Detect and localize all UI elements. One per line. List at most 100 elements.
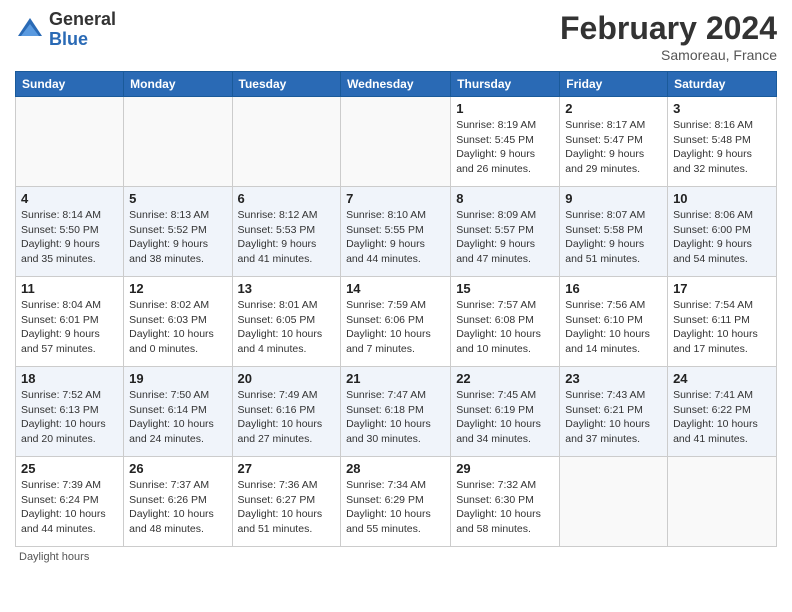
calendar-cell-w2-d2: 5Sunrise: 8:13 AMSunset: 5:52 PMDaylight… <box>124 187 232 277</box>
calendar-cell-w4-d5: 22 Sunrise: 7:45 AMSunset: 6:19 PMDayligh… <box>451 367 560 457</box>
day-number: 13 <box>238 281 336 296</box>
month-year-title: February 2024 <box>560 10 777 47</box>
day-number: 12 <box>129 281 226 296</box>
calendar-cell-w1-d1 <box>16 97 124 187</box>
calendar-cell-w5-d7 <box>668 457 777 547</box>
day-info: Sunrise: 8:09 AMSunset: 5:57 PMDaylight:… <box>456 208 554 267</box>
day-number: 7 <box>346 191 445 206</box>
sunrise-text: Sunrise: 8:06 AM <box>673 208 771 223</box>
logo: General Blue <box>15 10 116 50</box>
sunrise-text: Sunrise: 8:04 AM <box>21 298 118 313</box>
sunrise-text: Sunrise: 7:57 AM <box>456 298 554 313</box>
day-info: Sunrise: 7:43 AMSunset: 6:21 PMDaylight:… <box>565 388 662 447</box>
day-number: 16 <box>565 281 662 296</box>
week-row-4: 18 Sunrise: 7:52 AMSunset: 6:13 PMDayligh… <box>16 367 777 457</box>
calendar-cell-w3-d2: 12 Sunrise: 8:02 AMSunset: 6:03 PMDayligh… <box>124 277 232 367</box>
sunset-text: Sunset: 5:45 PM <box>456 133 554 148</box>
day-info: Sunrise: 7:59 AMSunset: 6:06 PMDaylight:… <box>346 298 445 357</box>
sunset-text: Sunset: 6:10 PM <box>565 313 662 328</box>
calendar-cell-w4-d2: 19Sunrise: 7:50 AMSunset: 6:14 PMDayligh… <box>124 367 232 457</box>
logo-text: General Blue <box>49 10 116 50</box>
sunrise-text: Sunrise: 7:34 AM <box>346 478 445 493</box>
daylight-text: Daylight: 10 hours and 48 minutes. <box>129 507 226 536</box>
day-info: Sunrise: 7:37 AMSunset: 6:26 PMDaylight:… <box>129 478 226 537</box>
sunrise-text: Sunrise: 8:02 AM <box>129 298 226 313</box>
day-number: 17 <box>673 281 771 296</box>
sunrise-text: Sunrise: 7:59 AM <box>346 298 445 313</box>
day-info: Sunrise: 8:12 AMSunset: 5:53 PMDaylight:… <box>238 208 336 267</box>
day-number: 26 <box>129 461 226 476</box>
sunset-text: Sunset: 6:06 PM <box>346 313 445 328</box>
day-info: Sunrise: 8:19 AMSunset: 5:45 PMDaylight:… <box>456 118 554 177</box>
daylight-text: Daylight: 10 hours and 58 minutes. <box>456 507 554 536</box>
sunset-text: Sunset: 6:22 PM <box>673 403 771 418</box>
day-number: 3 <box>673 101 771 116</box>
day-number: 20 <box>238 371 336 386</box>
day-number: 25 <box>21 461 118 476</box>
sunset-text: Sunset: 6:13 PM <box>21 403 118 418</box>
sunrise-text: Sunrise: 8:17 AM <box>565 118 662 133</box>
calendar-cell-w3-d4: 14Sunrise: 7:59 AMSunset: 6:06 PMDayligh… <box>341 277 451 367</box>
daylight-text: Daylight: 9 hours and 51 minutes. <box>565 237 662 266</box>
daylight-text: Daylight: 10 hours and 10 minutes. <box>456 327 554 356</box>
sunrise-text: Sunrise: 8:01 AM <box>238 298 336 313</box>
day-number: 9 <box>565 191 662 206</box>
col-monday: Monday <box>124 72 232 97</box>
day-number: 18 <box>21 371 118 386</box>
day-number: 29 <box>456 461 554 476</box>
calendar-cell-w3-d5: 15Sunrise: 7:57 AMSunset: 6:08 PMDayligh… <box>451 277 560 367</box>
daylight-text: Daylight: 10 hours and 20 minutes. <box>21 417 118 446</box>
day-info: Sunrise: 7:49 AMSunset: 6:16 PMDaylight:… <box>238 388 336 447</box>
sunset-text: Sunset: 6:18 PM <box>346 403 445 418</box>
day-info: Sunrise: 7:45 AMSunset: 6:19 PMDaylight:… <box>456 388 554 447</box>
daylight-text: Daylight: 9 hours and 35 minutes. <box>21 237 118 266</box>
day-info: Sunrise: 8:02 AMSunset: 6:03 PMDaylight:… <box>129 298 226 357</box>
day-info: Sunrise: 7:56 AMSunset: 6:10 PMDaylight:… <box>565 298 662 357</box>
sunrise-text: Sunrise: 8:14 AM <box>21 208 118 223</box>
sunrise-text: Sunrise: 7:32 AM <box>456 478 554 493</box>
calendar-cell-w5-d3: 27Sunrise: 7:36 AMSunset: 6:27 PMDayligh… <box>232 457 341 547</box>
sunset-text: Sunset: 6:26 PM <box>129 493 226 508</box>
sunrise-text: Sunrise: 8:09 AM <box>456 208 554 223</box>
daylight-text: Daylight: 9 hours and 54 minutes. <box>673 237 771 266</box>
location-subtitle: Samoreau, France <box>560 47 777 63</box>
daylight-text: Daylight: 10 hours and 14 minutes. <box>565 327 662 356</box>
day-info: Sunrise: 7:50 AMSunset: 6:14 PMDaylight:… <box>129 388 226 447</box>
sunset-text: Sunset: 5:53 PM <box>238 223 336 238</box>
day-info: Sunrise: 7:57 AMSunset: 6:08 PMDaylight:… <box>456 298 554 357</box>
col-wednesday: Wednesday <box>341 72 451 97</box>
day-info: Sunrise: 7:52 AMSunset: 6:13 PMDaylight:… <box>21 388 118 447</box>
calendar-cell-w5-d6 <box>560 457 668 547</box>
calendar-cell-w4-d6: 23Sunrise: 7:43 AMSunset: 6:21 PMDayligh… <box>560 367 668 457</box>
week-row-2: 4Sunrise: 8:14 AMSunset: 5:50 PMDaylight… <box>16 187 777 277</box>
day-info: Sunrise: 7:47 AMSunset: 6:18 PMDaylight:… <box>346 388 445 447</box>
col-sunday: Sunday <box>16 72 124 97</box>
day-info: Sunrise: 8:17 AMSunset: 5:47 PMDaylight:… <box>565 118 662 177</box>
sunset-text: Sunset: 6:27 PM <box>238 493 336 508</box>
calendar-cell-w4-d3: 20 Sunrise: 7:49 AMSunset: 6:16 PMDayligh… <box>232 367 341 457</box>
day-number: 6 <box>238 191 336 206</box>
sunrise-text: Sunrise: 7:43 AM <box>565 388 662 403</box>
daylight-text: Daylight: 10 hours and 30 minutes. <box>346 417 445 446</box>
sunset-text: Sunset: 6:21 PM <box>565 403 662 418</box>
daylight-text: Daylight: 9 hours and 32 minutes. <box>673 147 771 176</box>
sunrise-text: Sunrise: 7:36 AM <box>238 478 336 493</box>
calendar-cell-w2-d6: 9 Sunrise: 8:07 AMSunset: 5:58 PMDaylight… <box>560 187 668 277</box>
calendar-cell-w5-d5: 29 Sunrise: 7:32 AMSunset: 6:30 PMDayligh… <box>451 457 560 547</box>
day-number: 1 <box>456 101 554 116</box>
sunrise-text: Sunrise: 7:37 AM <box>129 478 226 493</box>
sunrise-text: Sunrise: 7:47 AM <box>346 388 445 403</box>
day-info: Sunrise: 7:32 AMSunset: 6:30 PMDaylight:… <box>456 478 554 537</box>
daylight-text: Daylight: 9 hours and 57 minutes. <box>21 327 118 356</box>
sunrise-text: Sunrise: 7:50 AM <box>129 388 226 403</box>
day-number: 27 <box>238 461 336 476</box>
week-row-3: 11Sunrise: 8:04 AMSunset: 6:01 PMDayligh… <box>16 277 777 367</box>
day-info: Sunrise: 8:07 AMSunset: 5:58 PMDaylight:… <box>565 208 662 267</box>
day-number: 21 <box>346 371 445 386</box>
sunset-text: Sunset: 5:50 PM <box>21 223 118 238</box>
calendar-cell-w4-d4: 21 Sunrise: 7:47 AMSunset: 6:18 PMDayligh… <box>341 367 451 457</box>
daylight-text: Daylight: 9 hours and 47 minutes. <box>456 237 554 266</box>
day-number: 22 <box>456 371 554 386</box>
sunrise-text: Sunrise: 8:19 AM <box>456 118 554 133</box>
day-info: Sunrise: 8:01 AMSunset: 6:05 PMDaylight:… <box>238 298 336 357</box>
